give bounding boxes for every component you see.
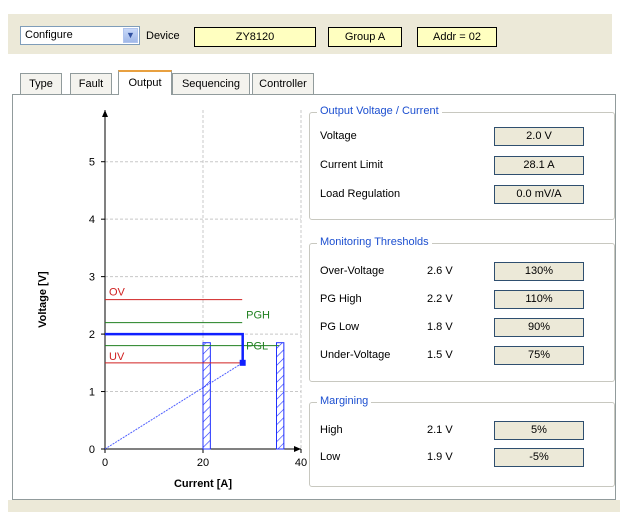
monitoring-group-title: Monitoring Thresholds bbox=[317, 236, 432, 248]
monitor-row-under-voltage: Under-Voltage 1.5 V 75% bbox=[310, 346, 614, 366]
output-group-title: Output Voltage / Current bbox=[317, 105, 442, 117]
voltage-value-field[interactable]: 2.0 V bbox=[494, 127, 584, 146]
group-box: Group A bbox=[328, 27, 402, 47]
under-voltage-value-field[interactable]: 75% bbox=[494, 346, 584, 365]
y-axis-title: Voltage [V] bbox=[37, 271, 49, 328]
output-row-label: Voltage bbox=[320, 130, 357, 142]
address-box: Addr = 02 bbox=[417, 27, 497, 47]
threshold-label-pgl: PGL bbox=[246, 341, 268, 353]
monitor-row-threshold: 2.2 V bbox=[427, 293, 453, 305]
threshold-label-uv: UV bbox=[109, 351, 125, 363]
monitor-row-threshold: 1.5 V bbox=[427, 349, 453, 361]
operating-point-marker bbox=[239, 359, 246, 366]
margining-group-title: Margining bbox=[317, 395, 372, 407]
device-label: Device bbox=[146, 30, 180, 42]
panel-footer bbox=[8, 500, 620, 512]
monitor-row-pg-high: PG High 2.2 V 110% bbox=[310, 290, 614, 310]
y-axis-arrow bbox=[102, 110, 108, 117]
x-tick-label: 40 bbox=[295, 457, 307, 469]
load-line bbox=[104, 362, 243, 450]
tab-controller[interactable]: Controller bbox=[252, 73, 314, 94]
output-row-current-limit: Current Limit 28.1 A bbox=[310, 156, 614, 176]
device-name-box: ZY8120 bbox=[194, 27, 316, 47]
y-tick-label: 4 bbox=[89, 214, 95, 226]
y-tick-label: 5 bbox=[89, 157, 95, 169]
monitor-row-threshold: 1.8 V bbox=[427, 321, 453, 333]
margin-row-threshold: 2.1 V bbox=[427, 424, 453, 436]
mode-select-value: Configure bbox=[25, 29, 73, 41]
monitor-row-over-voltage: Over-Voltage 2.6 V 130% bbox=[310, 262, 614, 282]
tab-type[interactable]: Type bbox=[20, 73, 62, 94]
monitor-row-threshold: 2.6 V bbox=[427, 265, 453, 277]
y-tick-label: 0 bbox=[89, 444, 95, 456]
margin-row-label: High bbox=[320, 424, 343, 436]
monitor-row-label: PG High bbox=[320, 293, 362, 305]
output-voltage-line bbox=[105, 332, 244, 363]
tab-sequencing[interactable]: Sequencing bbox=[172, 73, 250, 94]
margining-group: Margining High 2.1 V 5% Low 1.9 V -5% bbox=[309, 395, 615, 487]
margin-row-low: Low 1.9 V -5% bbox=[310, 448, 614, 468]
y-tick-label: 3 bbox=[89, 272, 95, 284]
output-row-label: Load Regulation bbox=[320, 188, 401, 200]
margin-high-value-field[interactable]: 5% bbox=[494, 421, 584, 440]
margin-low-value-field[interactable]: -5% bbox=[494, 448, 584, 467]
x-axis-arrow bbox=[294, 446, 301, 452]
current-limit-value-field[interactable]: 28.1 A bbox=[494, 156, 584, 175]
tab-output[interactable]: Output bbox=[118, 70, 172, 95]
x-tick-label: 20 bbox=[197, 457, 209, 469]
margin-row-label: Low bbox=[320, 451, 341, 463]
x-tick-label: 0 bbox=[102, 457, 108, 469]
over-voltage-value-field[interactable]: 130% bbox=[494, 262, 584, 281]
configuration-window: Configure ▼ Device ZY8120 Group A Addr =… bbox=[0, 0, 624, 512]
toolbar: Configure ▼ Device ZY8120 Group A Addr =… bbox=[8, 14, 612, 54]
tab-fault[interactable]: Fault bbox=[70, 73, 112, 94]
monitor-row-label: PG Low bbox=[320, 321, 360, 333]
monitor-row-pg-low: PG Low 1.8 V 90% bbox=[310, 318, 614, 338]
monitor-row-label: Over-Voltage bbox=[320, 265, 385, 277]
output-vi-chart: 0 20 40 0 1 2 3 4 5 Current [A] Voltage [V] OV PGH PG… bbox=[37, 110, 307, 490]
chevron-down-icon[interactable]: ▼ bbox=[123, 28, 138, 43]
output-row-load-regulation: Load Regulation 0.0 mV/A bbox=[310, 185, 614, 205]
pg-high-value-field[interactable]: 110% bbox=[494, 290, 584, 309]
threshold-label-pgh: PGH bbox=[246, 310, 270, 322]
output-voltage-current-group: Output Voltage / Current Voltage 2.0 V C… bbox=[309, 105, 615, 220]
current-limit-band-0 bbox=[202, 342, 211, 450]
margin-row-high: High 2.1 V 5% bbox=[310, 421, 614, 441]
y-tick-label: 1 bbox=[89, 387, 95, 399]
output-row-label: Current Limit bbox=[320, 159, 383, 171]
load-regulation-value-field[interactable]: 0.0 mV/A bbox=[494, 185, 584, 204]
output-row-voltage: Voltage 2.0 V bbox=[310, 127, 614, 147]
monitoring-thresholds-group: Monitoring Thresholds Over-Voltage 2.6 V… bbox=[309, 236, 615, 382]
threshold-label-ov: OV bbox=[109, 287, 126, 299]
monitor-row-label: Under-Voltage bbox=[320, 349, 391, 361]
current-limit-band-1 bbox=[276, 342, 285, 450]
mode-select[interactable]: Configure ▼ bbox=[20, 26, 140, 45]
margin-row-threshold: 1.9 V bbox=[427, 451, 453, 463]
x-axis-title: Current [A] bbox=[174, 478, 232, 490]
pg-low-value-field[interactable]: 90% bbox=[494, 318, 584, 337]
y-tick-label: 2 bbox=[89, 329, 95, 341]
